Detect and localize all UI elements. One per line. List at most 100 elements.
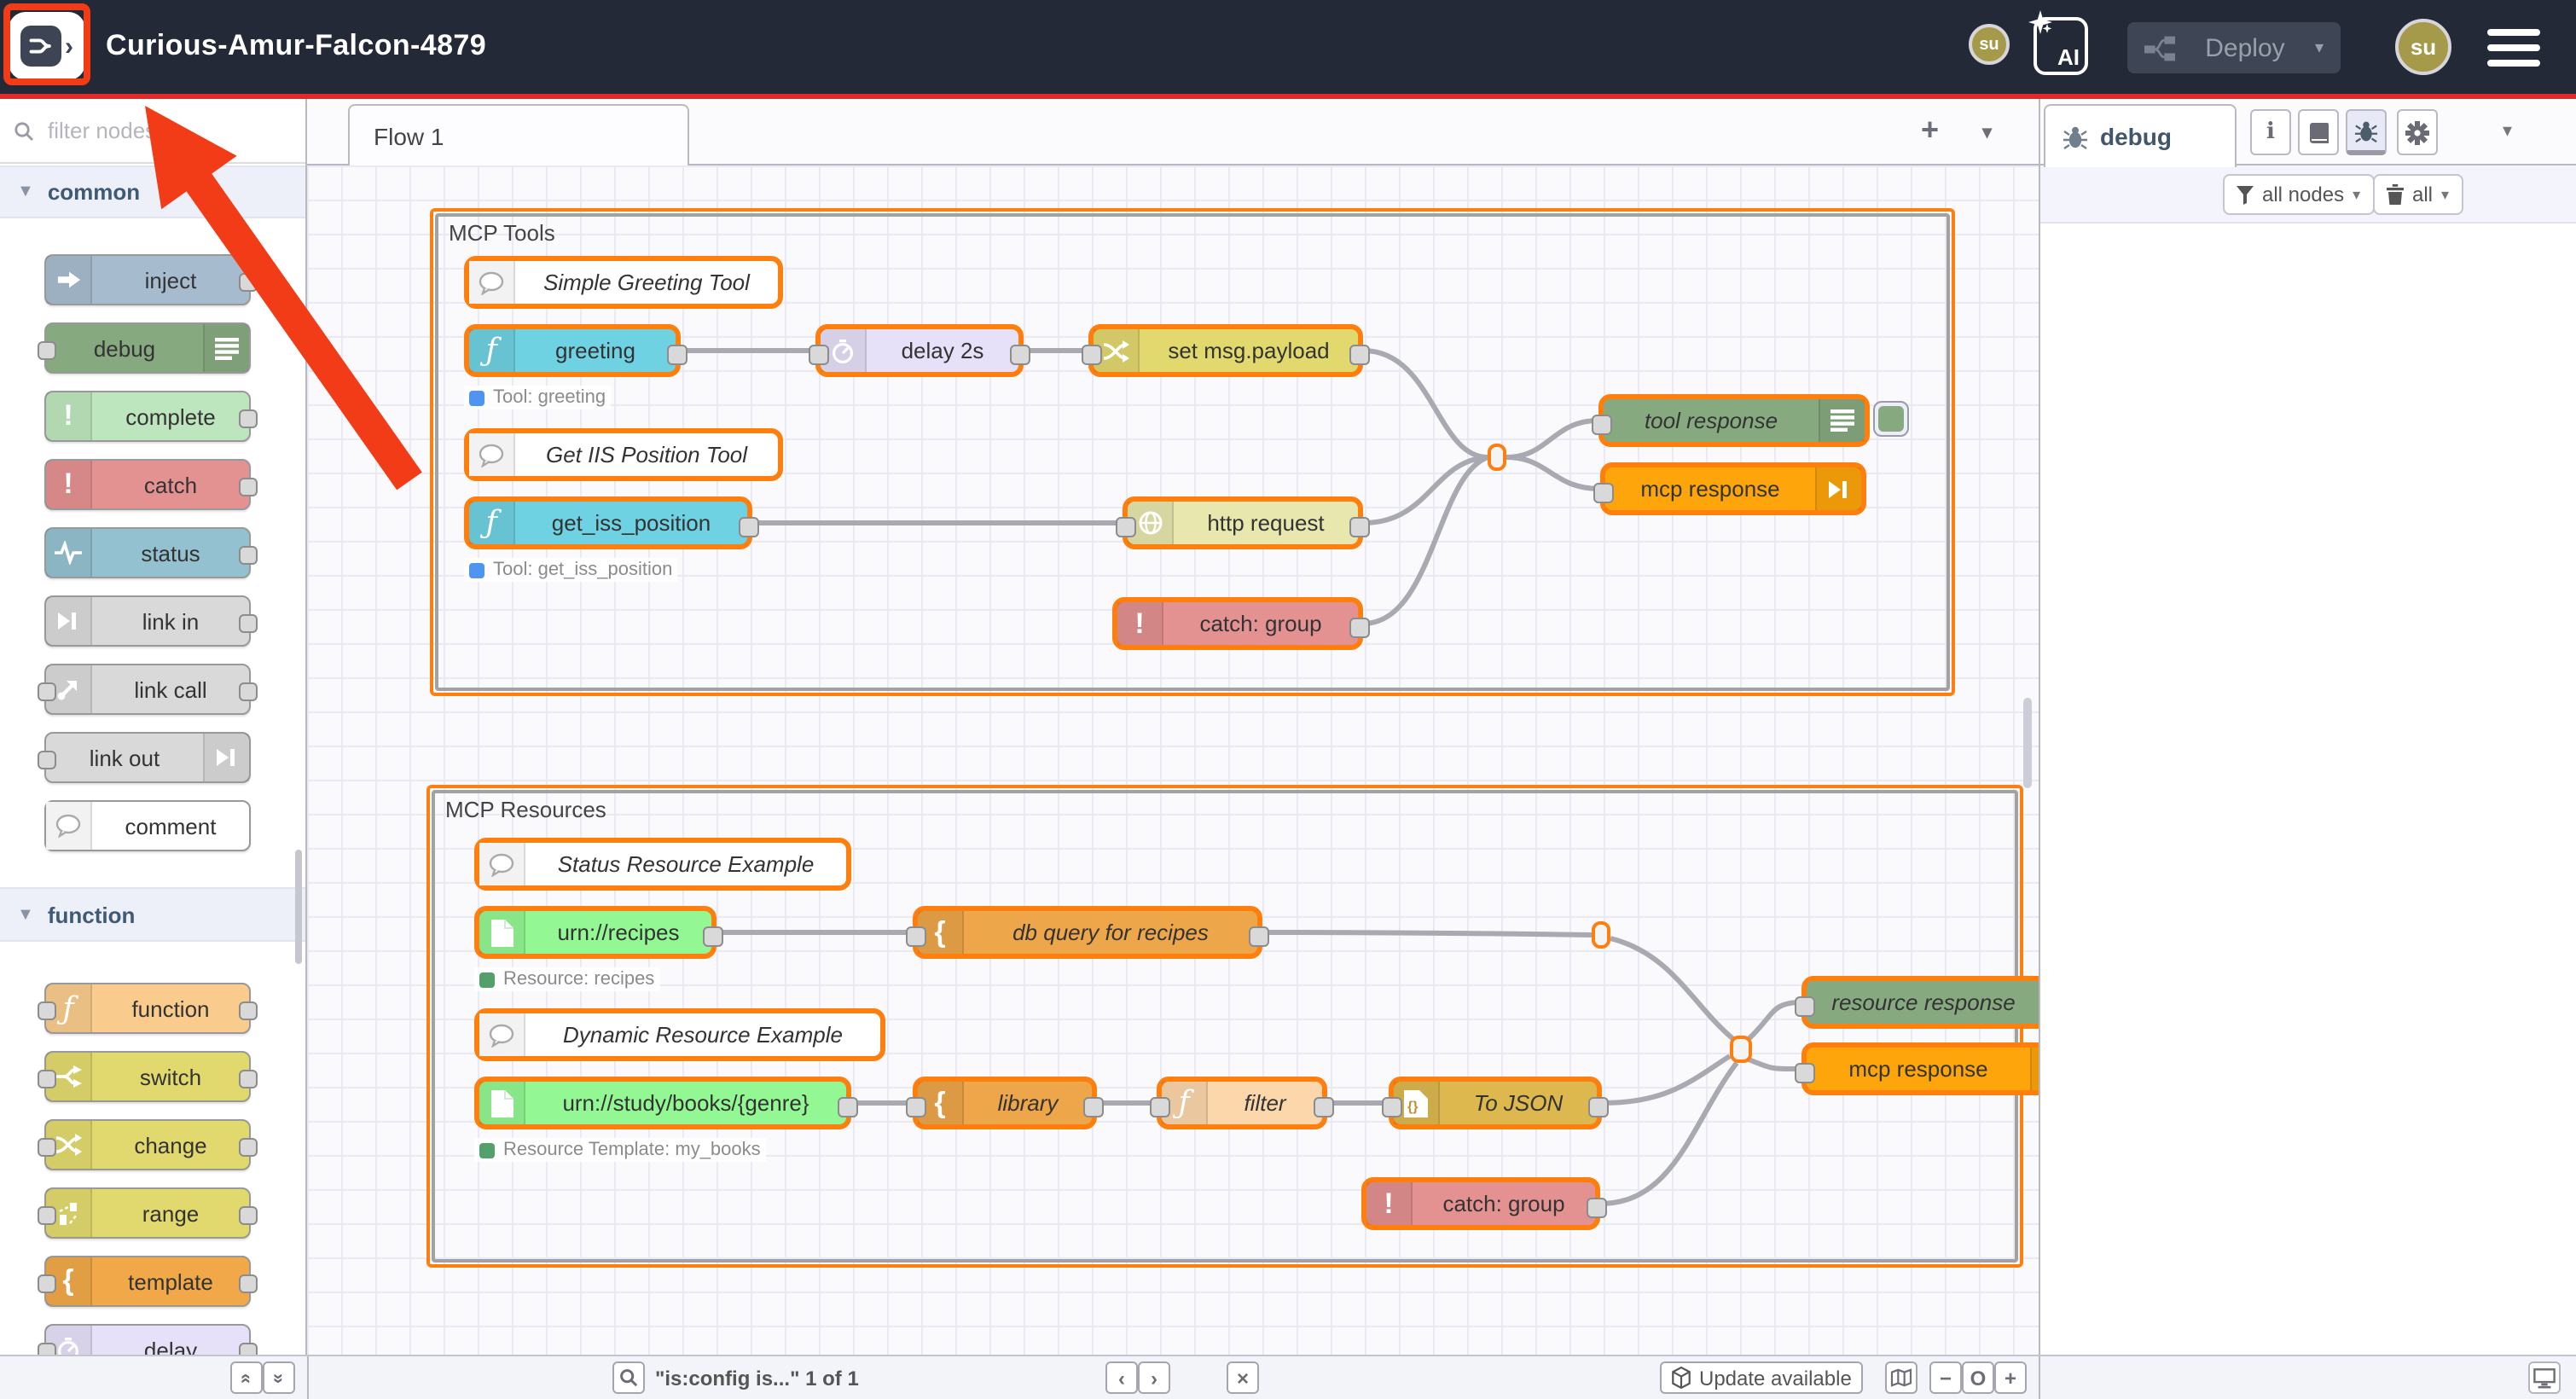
node-mcp-response-2[interactable]: mcp response [1801,1042,2039,1095]
output-port[interactable] [1349,618,1370,638]
input-port[interactable] [1795,1063,1815,1083]
debug-filter-button[interactable]: all nodes ▾ [2223,174,2374,215]
output-port[interactable] [667,345,688,365]
node-http-request[interactable]: http request [1123,496,1363,549]
ai-assistant-button[interactable]: AI [2034,17,2088,75]
palette-category-common[interactable]: ▼ common [0,165,307,218]
node-resource-response[interactable]: resource response [1801,976,2039,1029]
node-db-query-recipes[interactable]: { db query for recipes [913,906,1262,959]
zoom-in-button[interactable]: + [1994,1361,2027,1394]
palette-node-complete[interactable]: ! complete [44,391,251,442]
node-comment-dynamic-resource[interactable]: Dynamic Resource Example [474,1008,885,1061]
node-comment-get-iis[interactable]: Get IIS Position Tool [464,428,783,481]
output-port[interactable] [703,926,723,947]
palette-search[interactable] [0,99,307,164]
output-port[interactable] [838,1097,858,1117]
input-port[interactable] [906,926,926,947]
palette-node-link-call[interactable]: link call [44,664,251,715]
update-available-button[interactable]: Update available [1660,1361,1864,1394]
node-delay-2s[interactable]: delay 2s [815,324,1024,377]
sidebar-caret[interactable]: ▾ [2503,119,2512,142]
search-prev-button[interactable]: ‹ [1105,1361,1138,1394]
input-port[interactable] [1795,996,1815,1017]
node-to-json[interactable]: {} To JSON [1389,1077,1602,1129]
node-catch-group-1[interactable]: ! catch: group [1112,597,1363,650]
add-flow-button[interactable]: + [1921,113,1939,148]
input-port[interactable] [1592,415,1612,435]
output-port[interactable] [1588,1097,1609,1117]
node-urn-recipes[interactable]: urn://recipes [474,906,717,959]
minimap-button[interactable] [1885,1361,1917,1394]
node-greeting[interactable]: ƒ greeting [464,324,681,377]
tab-flow-1[interactable]: Flow 1 [348,104,689,165]
deploy-button[interactable]: Deploy ▾ [2127,22,2341,73]
palette-collapse-all-button[interactable]: « [230,1361,263,1394]
node-comment-status-resource[interactable]: Status Resource Example [474,838,851,891]
palette-category-function[interactable]: ▼ function [0,887,307,942]
node-urn-study-books[interactable]: urn://study/books/{genre} [474,1077,851,1129]
palette-node-link-out[interactable]: link out [44,732,251,783]
user-avatar[interactable]: su [2395,19,2451,75]
input-port[interactable] [1116,517,1136,537]
input-port[interactable] [1382,1097,1402,1117]
deploy-caret-icon[interactable]: ▾ [2315,38,2324,57]
input-port[interactable] [1150,1097,1170,1117]
debug-enable-toggle[interactable] [1873,401,1909,437]
input-port[interactable] [906,1097,926,1117]
palette-node-change[interactable]: change [44,1119,251,1170]
palette-node-function[interactable]: ƒ function [44,983,251,1034]
flow-canvas[interactable]: MCP Tools MCP Resources [307,165,2039,1355]
palette-expand-all-button[interactable]: » [263,1361,295,1394]
search-button[interactable] [612,1361,645,1394]
output-port[interactable] [1349,517,1370,537]
node-filter[interactable]: ƒ filter [1157,1077,1327,1129]
node-get-iss-position[interactable]: ƒ get_iss_position [464,496,752,549]
input-port[interactable] [1593,483,1614,503]
node-comment-simple-greeting[interactable]: Simple Greeting Tool [464,256,783,309]
node-tool-response[interactable]: tool response [1598,394,1870,447]
flow-list-caret[interactable]: ▾ [1982,121,1992,143]
wire-junction[interactable] [1592,921,1610,949]
output-port[interactable] [739,517,759,537]
output-port[interactable] [1249,926,1269,947]
console-toggle-button[interactable] [2528,1361,2561,1394]
info-tool-button[interactable]: i [2250,109,2291,155]
output-port[interactable] [1349,345,1370,365]
palette-filter-input[interactable] [44,116,273,145]
palette-node-catch[interactable]: ! catch [44,459,251,510]
main-menu-button[interactable] [2487,29,2540,67]
palette-node-comment[interactable]: comment [44,800,251,851]
canvas-scrollbar[interactable] [2023,698,2032,788]
input-port[interactable] [809,345,829,365]
zoom-reset-button[interactable]: O [1962,1361,1994,1394]
debug-clear-button[interactable]: all ▾ [2373,174,2463,215]
palette-scrollbar[interactable] [295,850,302,964]
search-close-button[interactable]: × [1227,1361,1259,1394]
node-mcp-response-1[interactable]: mcp response [1600,462,1866,515]
help-tool-button[interactable] [2298,109,2339,155]
palette-node-range[interactable]: range [44,1187,251,1239]
palette-node-inject[interactable]: inject [44,254,251,305]
node-set-msg-payload[interactable]: set msg.payload [1088,324,1363,377]
config-tool-button[interactable] [2397,109,2438,155]
palette-node-status[interactable]: status [44,527,251,578]
user-badge-small[interactable]: su [1969,24,2010,65]
palette-node-link-in[interactable]: link in [44,595,251,647]
palette-node-debug[interactable]: debug [44,322,251,374]
output-port[interactable] [1587,1198,1607,1218]
debug-tool-button[interactable] [2346,109,2387,155]
wire-junction[interactable] [1488,444,1506,471]
output-port[interactable] [1083,1097,1104,1117]
palette-node-switch[interactable]: switch [44,1051,251,1102]
search-next-button[interactable]: › [1138,1361,1170,1394]
wire-junction[interactable] [1730,1036,1752,1063]
node-catch-group-2[interactable]: ! catch: group [1361,1177,1600,1230]
output-port[interactable] [1314,1097,1334,1117]
output-port[interactable] [1010,345,1030,365]
zoom-out-button[interactable]: − [1929,1361,1962,1394]
node-library[interactable]: { library [913,1077,1097,1129]
palette-node-template[interactable]: { template [44,1256,251,1307]
input-port[interactable] [1082,345,1102,365]
palette-node-delay[interactable]: delay [44,1324,251,1355]
tab-debug[interactable]: debug [2044,104,2237,167]
